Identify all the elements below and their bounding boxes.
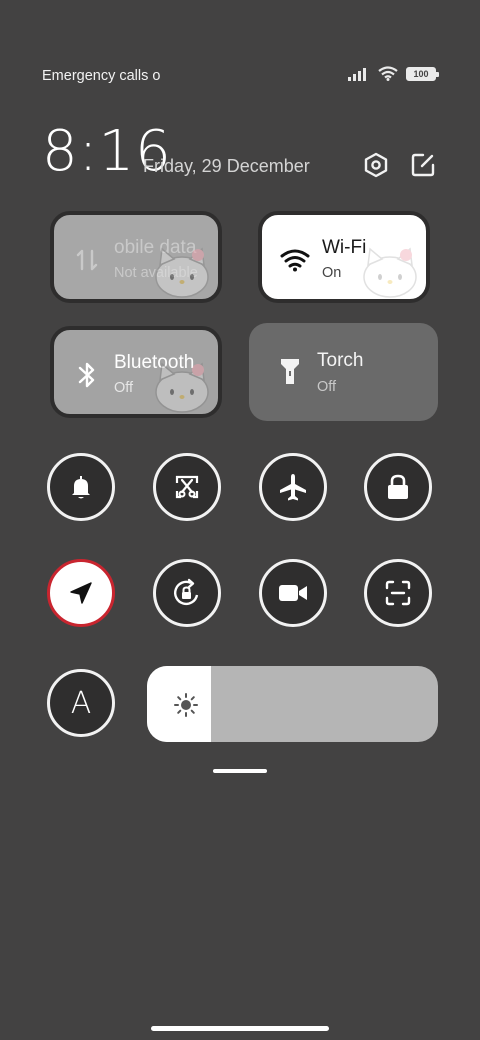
signal-icon [348,67,366,81]
toggle-location[interactable] [47,559,115,627]
toggle-airplane[interactable] [259,453,327,521]
lock-icon [388,474,408,499]
battery-indicator: 100 [406,66,439,81]
edit-button[interactable] [408,150,438,180]
tile-subtitle: On [322,265,342,281]
screenshot-icon [175,475,199,499]
tile-wifi[interactable]: Wi-Fi On [258,211,430,303]
tile-subtitle: Off [114,380,134,396]
bluetooth-icon [72,360,102,390]
wifi-status-icon [378,66,398,81]
video-camera-icon [279,585,307,601]
settings-hex-icon [364,152,388,178]
tile-torch[interactable]: Torch Off [249,323,438,421]
edit-icon [411,153,435,177]
auto-brightness-icon: A [70,685,92,721]
home-indicator[interactable] [151,1026,329,1031]
panel-drag-handle[interactable] [213,769,267,773]
settings-button[interactable] [361,150,391,180]
tile-title: Torch [317,350,364,371]
tile-bluetooth[interactable]: Bluetooth Off [50,326,222,418]
toggle-scanner[interactable] [364,559,432,627]
toggle-screenshot[interactable] [153,453,221,521]
bell-icon [72,476,90,499]
rotation-lock-icon [174,578,199,606]
hello-kitty-decoration-icon [363,247,417,298]
control-center: Emergency calls o 100 8:16 Friday, 29 De… [0,0,480,1040]
carrier-text: Emergency calls o [42,68,161,84]
airplane-icon [280,474,306,501]
hello-kitty-decoration-icon [155,247,209,298]
tile-mobile-data[interactable]: obile data Not available [50,211,222,303]
wifi-icon [280,245,310,275]
scanner-icon [385,580,411,606]
toggle-auto-brightness[interactable]: A [47,669,115,737]
date: Friday, 29 December [143,156,310,176]
tile-subtitle: Off [317,379,337,395]
toggle-rotation-lock[interactable] [153,559,221,627]
status-bar: Emergency calls o 100 [0,62,480,90]
hello-kitty-decoration-icon [155,362,209,413]
location-icon [70,582,92,604]
toggle-lock-screen[interactable] [364,453,432,521]
torch-icon [275,356,305,386]
brightness-slider[interactable] [147,666,438,742]
sun-icon [174,693,198,717]
toggle-sound[interactable] [47,453,115,521]
toggle-screen-recorder[interactable] [259,559,327,627]
mobile-data-icon [72,245,102,275]
status-icons: 100 [348,66,439,81]
